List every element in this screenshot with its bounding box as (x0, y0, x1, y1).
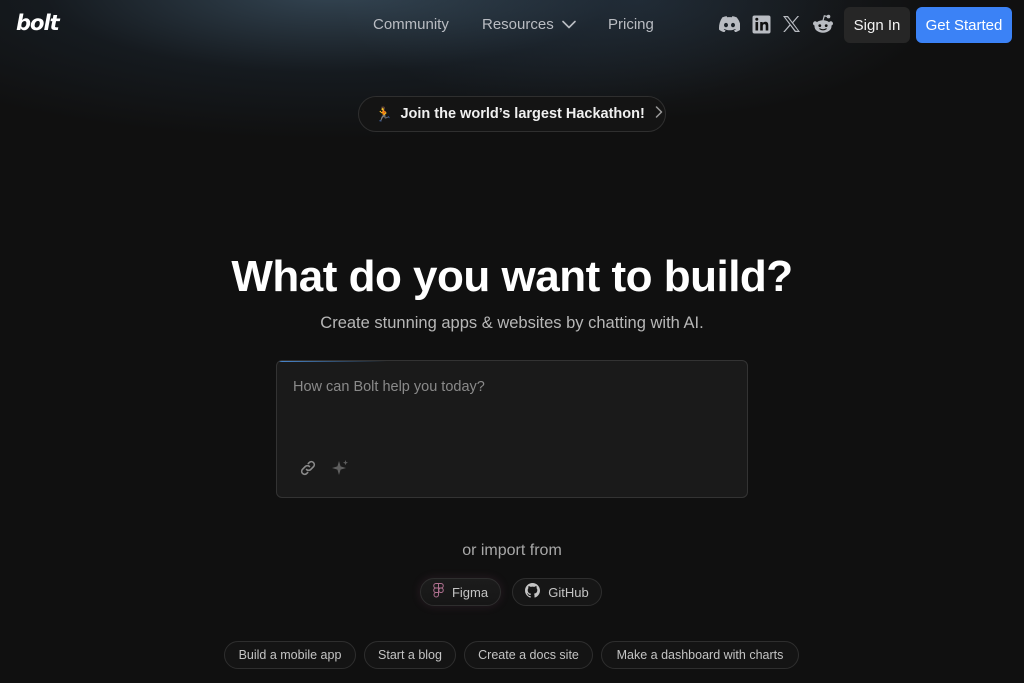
sign-in-button[interactable]: Sign In (844, 7, 910, 43)
github-icon (525, 583, 541, 601)
nav-resources-label: Resources (482, 16, 554, 33)
announcement-text: Join the world’s largest Hackathon! (400, 106, 645, 122)
prompt-input[interactable] (293, 379, 733, 439)
chevron-right-icon (655, 106, 663, 122)
linkedin-icon[interactable] (750, 13, 772, 35)
nav-pricing-label: Pricing (608, 16, 654, 33)
nav-community-label: Community (373, 16, 449, 33)
import-figma-label: Figma (451, 584, 489, 600)
nav-pricing[interactable]: Pricing (608, 16, 654, 33)
nav-community[interactable]: Community (373, 16, 449, 33)
chevron-down-icon (561, 20, 576, 29)
discord-icon[interactable] (718, 13, 740, 35)
get-started-button[interactable]: Get Started (916, 7, 1012, 43)
reddit-icon[interactable] (812, 13, 834, 35)
figma-icon (433, 583, 444, 601)
suggestion-make-dashboard[interactable]: Make a dashboard with charts (601, 641, 799, 669)
site-header: bolt Community Resources Pricing Sign In… (0, 0, 1024, 50)
nav-resources[interactable]: Resources (482, 16, 576, 33)
import-github-label: GitHub (548, 584, 589, 600)
import-github-button[interactable]: GitHub (512, 578, 602, 606)
x-icon[interactable] (780, 13, 802, 35)
import-figma-button[interactable]: Figma (420, 578, 501, 606)
suggestion-start-blog[interactable]: Start a blog (364, 641, 456, 669)
suggestion-create-docs-site[interactable]: Create a docs site (464, 641, 593, 669)
sparkles-enhance-icon[interactable] (329, 457, 351, 479)
hero-title: What do you want to build? (231, 252, 793, 301)
runner-emoji-icon: 🏃 (375, 105, 393, 122)
import-label: or import from (462, 542, 562, 559)
bolt-logo[interactable]: bolt (16, 11, 60, 35)
page: bolt Community Resources Pricing Sign In… (0, 0, 1024, 683)
hero-subtitle: Create stunning apps & websites by chatt… (320, 314, 704, 332)
hackathon-announcement[interactable]: 🏃 Join the world’s largest Hackathon! (358, 96, 666, 132)
prompt-box (276, 360, 748, 498)
suggestion-build-mobile-app[interactable]: Build a mobile app (224, 641, 356, 669)
attach-link-icon[interactable] (297, 457, 319, 479)
